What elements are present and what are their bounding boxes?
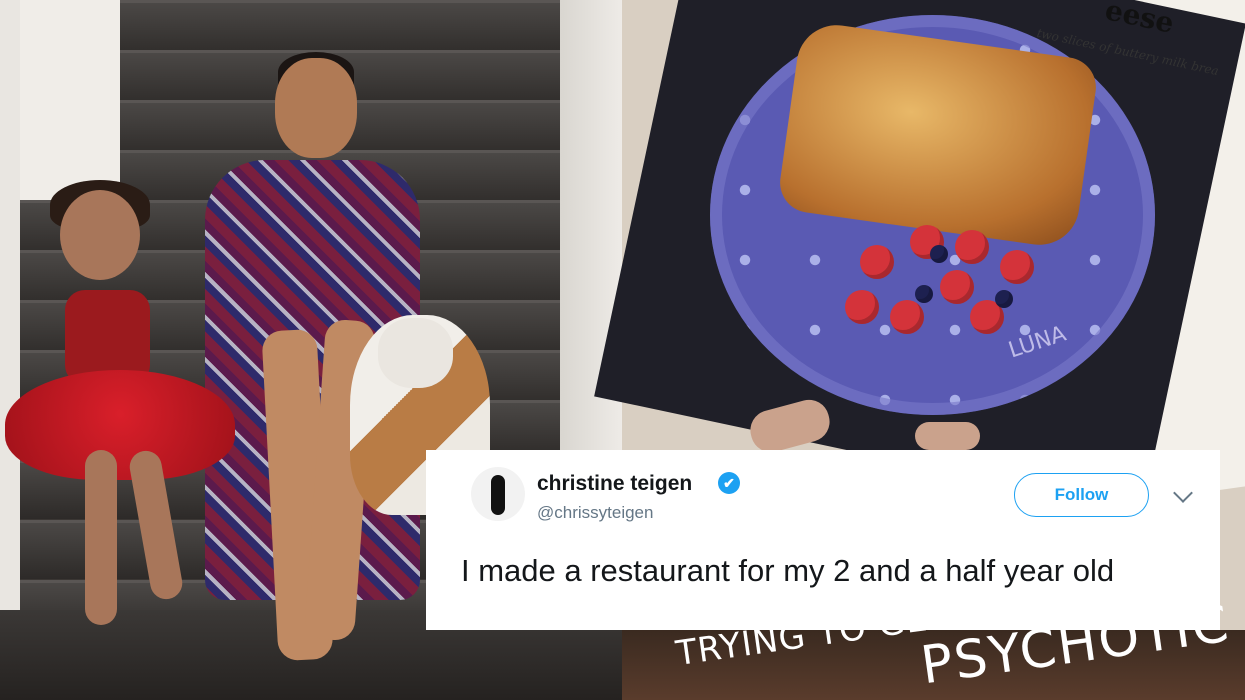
tweet-text: I made a restaurant for my 2 and a half … <box>461 553 1115 588</box>
woman-head <box>275 58 357 158</box>
user-handle[interactable]: @chrissyteigen <box>537 503 653 523</box>
child-head <box>60 190 140 280</box>
red-tutu <box>5 370 235 480</box>
follow-button[interactable]: Follow <box>1014 473 1149 517</box>
chevron-down-icon[interactable] <box>1173 483 1193 503</box>
tweet-card: christine teigen ✔ @chrissyteigen Follow… <box>426 450 1220 630</box>
avatar[interactable] <box>471 467 525 521</box>
display-name[interactable]: christine teigen <box>537 472 692 496</box>
verified-badge-icon: ✔ <box>718 472 740 494</box>
